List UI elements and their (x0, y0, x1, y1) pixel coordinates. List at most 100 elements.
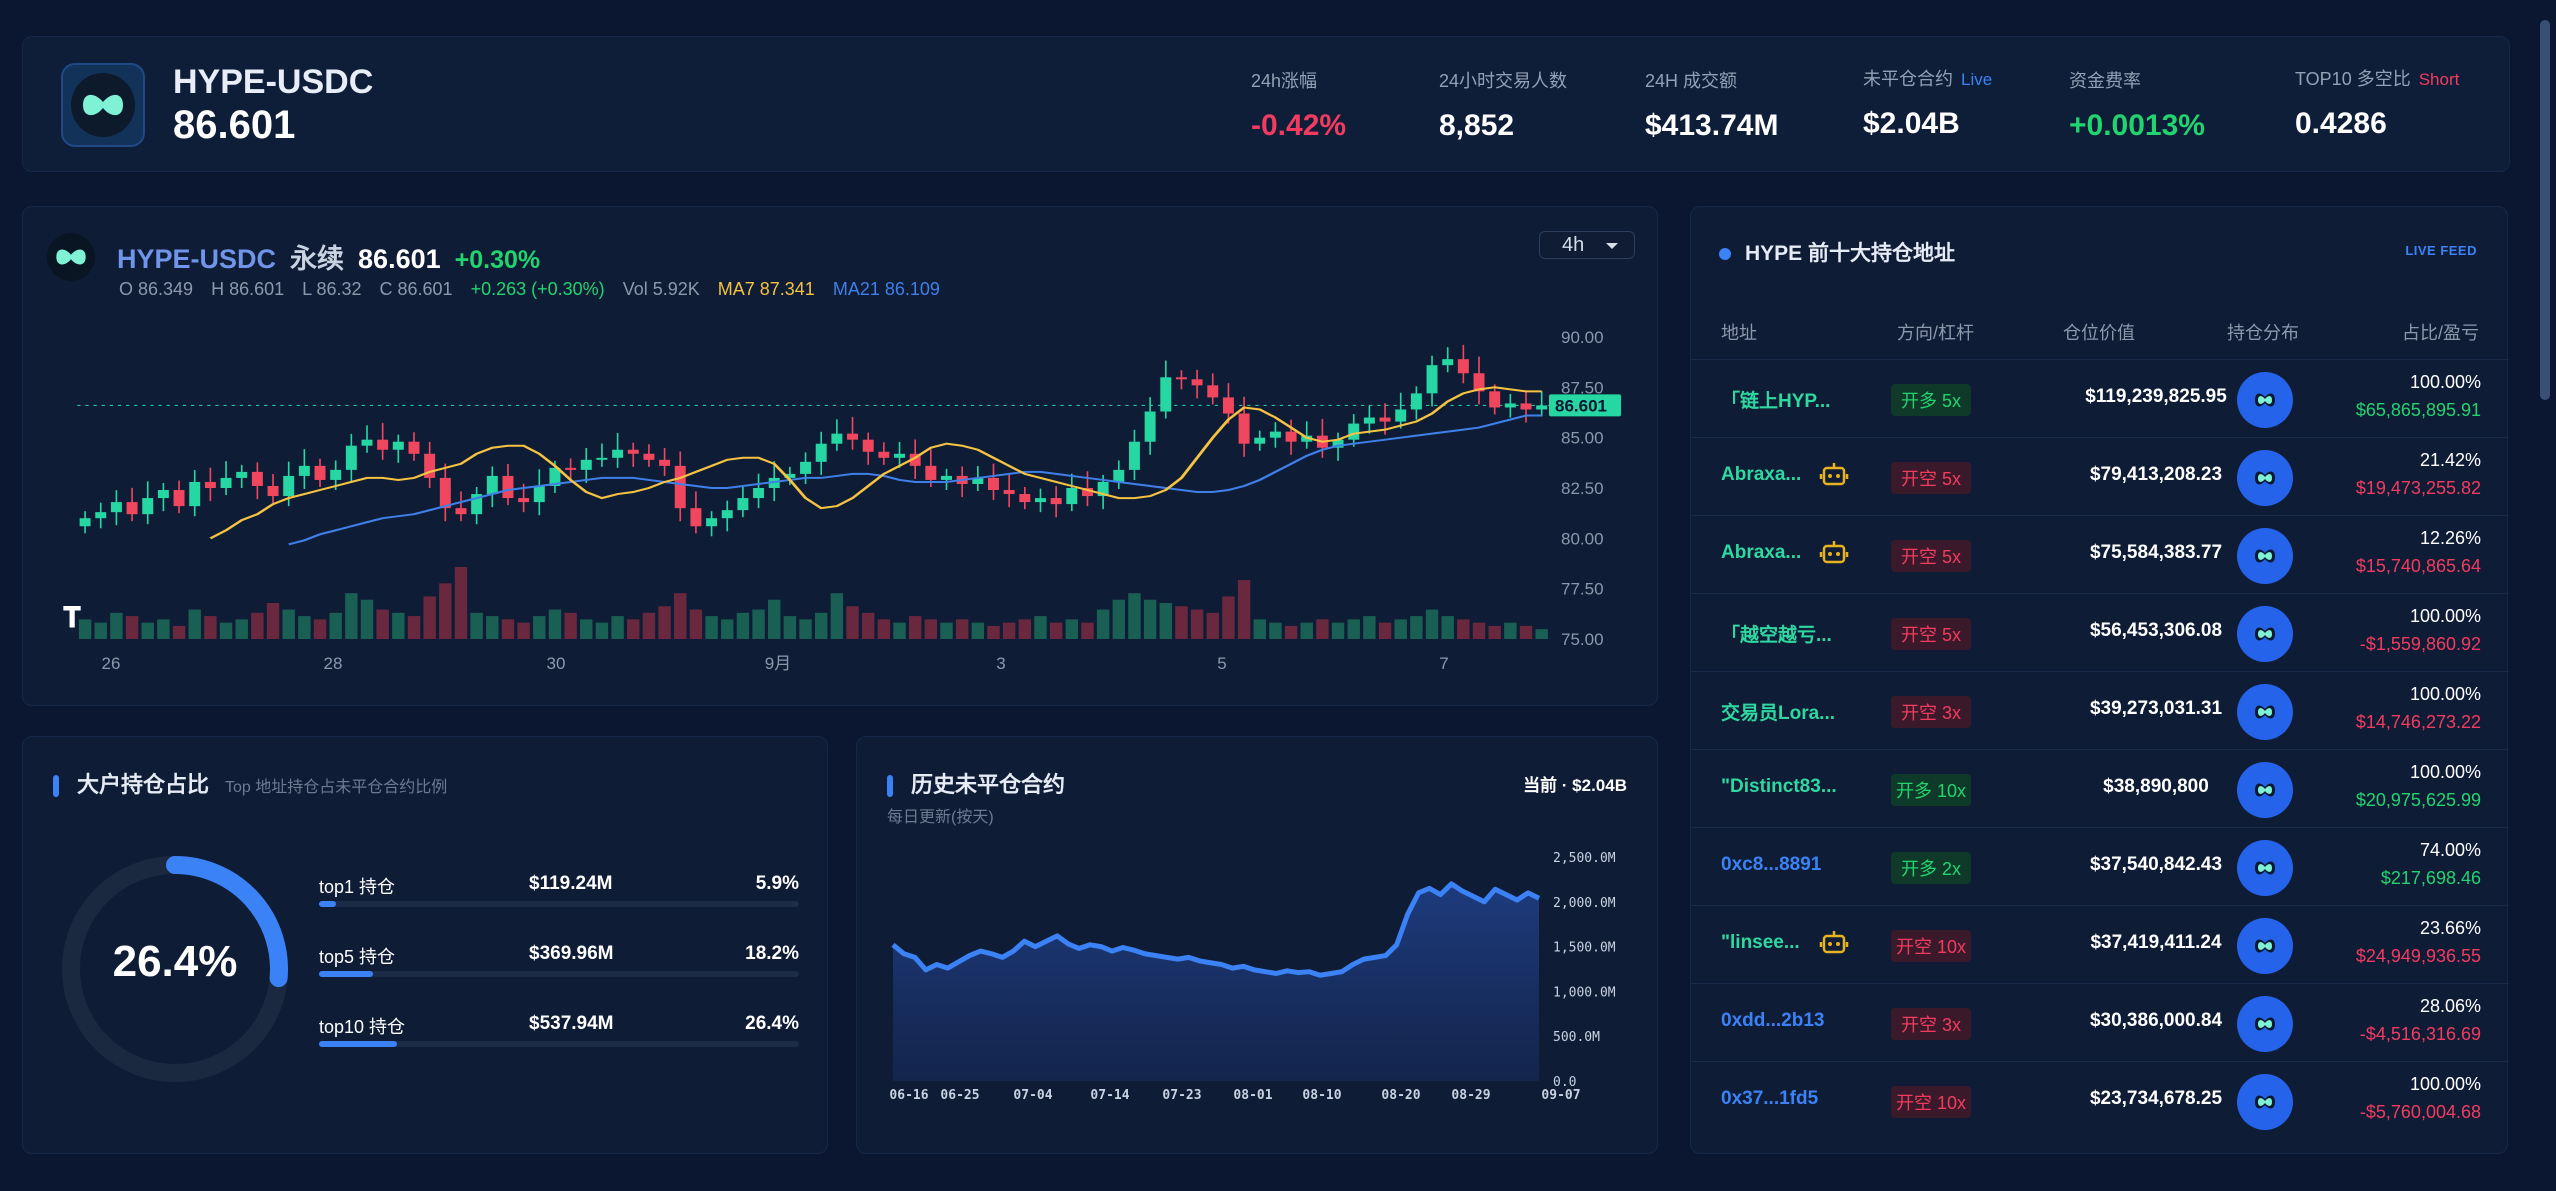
holder-address[interactable]: 0xdd...2b13 (1721, 1010, 1825, 1032)
volume-bar (955, 619, 969, 639)
holder-row[interactable]: Abraxa... 开空 5x $79,413,208.23 21.42% $19,47… (1691, 437, 2509, 515)
holder-row[interactable]: 交易员Lora... 开空 3x $39,273,031.31 100.00% $14,… (1691, 671, 2509, 749)
distribution-icon[interactable] (2237, 840, 2293, 896)
holder-address[interactable]: 0x37...1fd5 (1721, 1088, 1818, 1110)
candle-body (1238, 413, 1250, 444)
distribution-icon[interactable] (2237, 528, 2293, 584)
holder-address[interactable]: "linsee... (1721, 932, 1800, 954)
holder-address[interactable]: Abraxa... (1721, 542, 1801, 564)
top-holders-card: HYPE 前十大持仓地址 LIVE FEED 地址 方向/杠杆 仓位价值 持仓分… (1690, 206, 2509, 1154)
candle-body (283, 475, 295, 497)
side-badge: 开多 5x (1891, 384, 1971, 416)
y-tick-label: 77.50 (1561, 580, 1604, 599)
candle-body (1034, 498, 1046, 503)
distribution-icon[interactable] (2237, 996, 2293, 1052)
distribution-icon[interactable] (2237, 918, 2293, 974)
holding-pct: 21.42% (2419, 450, 2481, 470)
distribution-icon[interactable] (2237, 1074, 2293, 1130)
volume-bar (1410, 616, 1423, 639)
candle-body (1050, 498, 1062, 505)
candle-body (1019, 494, 1031, 503)
col-header-value: 仓位价值 (2063, 323, 2135, 343)
oi-title: 历史未平仓合约 (887, 767, 1065, 799)
candle-body (706, 518, 718, 527)
volume-bar (1190, 609, 1204, 639)
volume-bar (987, 625, 1000, 639)
distribution-icon[interactable] (2237, 606, 2293, 662)
holder-row[interactable]: Abraxa... 开空 5x $75,584,383.77 12.26% $15,74… (1691, 515, 2509, 593)
candle-body (361, 439, 373, 446)
volume-bar (1425, 609, 1439, 639)
volume-bar (783, 616, 797, 639)
tradingview-logo-icon: 𝐓 (63, 602, 81, 633)
holding-pct: 28.06% (2419, 996, 2481, 1016)
holder-row[interactable]: "linsee... 开空 10x $37,419,411.24 23.66% $24,… (1691, 905, 2509, 983)
holder-row[interactable]: 「链上HYP... 开多 5x $119,239,825.95 100.00% $65,… (1691, 359, 2509, 437)
pair-name: HYPE-USDC (173, 63, 374, 101)
live-feed-label: LIVE FEED (2405, 243, 2477, 258)
col-header-pct: 占比/盈亏 (2401, 323, 2479, 343)
candle-body (518, 498, 530, 503)
candle-body (612, 449, 624, 458)
timeframe-dropdown[interactable]: 4h (1539, 231, 1635, 259)
col-header-address: 地址 (1721, 323, 1757, 343)
whale-concentration-card: 大户持仓占比 Top 地址持仓占未平仓合约比例 26.4% top1 持仓 $11… (22, 736, 828, 1154)
distribution-icon[interactable] (2237, 684, 2293, 740)
holder-address[interactable]: Abraxa... (1721, 464, 1801, 486)
hype-logo-small (47, 233, 95, 281)
holder-row[interactable]: 0xdd...2b13 开空 3x $30,386,000.84 28.06% -$4,… (1691, 983, 2509, 1061)
candle-body (1269, 431, 1281, 438)
distribution-icon[interactable] (2237, 450, 2293, 506)
volume-bar (1065, 619, 1079, 639)
candle-body (596, 457, 608, 460)
holder-pnl: $19,473,255.82 (2355, 478, 2481, 498)
volume-bar (1363, 616, 1376, 639)
holder-pnl: $14,746,273.22 (2355, 712, 2481, 732)
volume-bar (1253, 619, 1266, 639)
candle-body (189, 481, 201, 507)
stat-24h-volume: 24H 成交额 $413.74M (1645, 71, 1779, 142)
oi-x-tick-label: 08-10 (1302, 1088, 1341, 1103)
holding-pct: 23.66% (2419, 918, 2481, 938)
candle-body (392, 441, 404, 450)
volume-bar (1394, 619, 1407, 639)
holder-address[interactable]: 「越空越亏... (1721, 620, 1832, 647)
holder-row[interactable]: 0x37...1fd5 开空 10x $23,734,678.25 100.00% -$… (1691, 1061, 2509, 1139)
top1-row: top1 持仓 $119.24M 5.9% (319, 873, 799, 933)
candle-body (204, 481, 216, 488)
candle-body (314, 465, 326, 480)
volume-bar (94, 622, 107, 639)
holder-row[interactable]: "Distinct83... 开多 10x $38,890,800 100.00% $2… (1691, 749, 2509, 827)
distribution-icon[interactable] (2237, 762, 2293, 818)
holder-address[interactable]: 0xc8...8891 (1721, 854, 1821, 876)
scrollbar[interactable] (2540, 20, 2550, 400)
holder-row[interactable]: 0xc8...8891 开多 2x $37,540,842.43 74.00% $217… (1691, 827, 2509, 905)
concentration-subtitle: Top 地址持仓占未平仓合约比例 (225, 779, 448, 796)
volume-bar (580, 619, 593, 639)
distribution-icon[interactable] (2237, 372, 2293, 428)
candle-body (674, 465, 686, 509)
volume-bar (1175, 606, 1188, 639)
volume-bar (486, 616, 499, 639)
holder-address[interactable]: 交易员Lora... (1721, 698, 1835, 725)
volume-bar (674, 593, 687, 639)
candle-body (1489, 391, 1501, 408)
oi-y-tick-label: 2,000.0M (1553, 896, 1616, 911)
volume-bar (1378, 622, 1392, 639)
volume-bar (204, 616, 217, 639)
candle-body (1191, 379, 1203, 386)
oi-y-tick-label: 1,500.0M (1553, 941, 1616, 956)
oi-x-tick-label: 08-01 (1233, 1088, 1272, 1103)
volume-bar (360, 599, 374, 639)
holder-row[interactable]: 「越空越亏... 开空 5x $56,453,306.08 100.00% -$1,55… (1691, 593, 2509, 671)
holder-address[interactable]: "Distinct83... (1721, 776, 1837, 798)
volume-bar (830, 593, 844, 639)
holder-address[interactable]: 「链上HYP... (1721, 386, 1830, 413)
col-header-distribution: 持仓分布 (2227, 323, 2299, 343)
volume-bar (1457, 619, 1470, 639)
holders-title: HYPE 前十大持仓地址 (1719, 237, 1955, 267)
y-tick-label: 82.50 (1561, 479, 1604, 498)
volume-bar (188, 609, 201, 639)
volume-bar (1112, 599, 1125, 639)
volume-bar (439, 583, 452, 639)
